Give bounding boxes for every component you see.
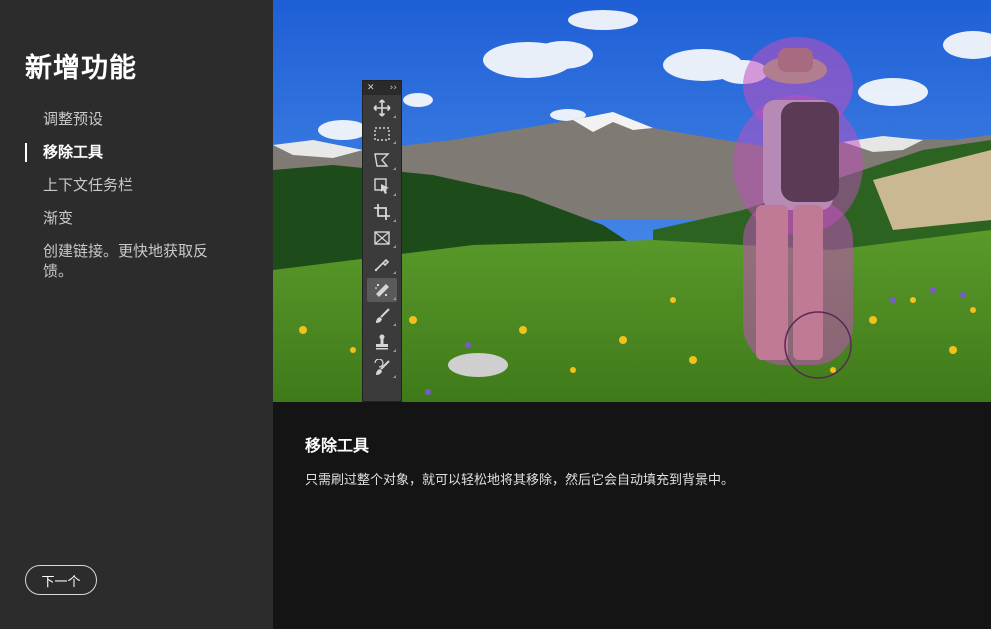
remove-tool-icon[interactable] [367,278,397,302]
sidebar-item-gradients[interactable]: 渐变 [0,208,273,228]
object-select-icon[interactable] [367,174,397,198]
sidebar-item-adjustment-presets[interactable]: 调整预设 [0,109,273,129]
feature-title: 移除工具 [305,436,370,455]
sidebar-item-remove-tool[interactable]: 移除工具 [0,142,273,162]
page-title: 新增功能 [25,53,137,84]
collapse-icon[interactable]: ›› [390,83,397,93]
lasso-icon[interactable] [367,148,397,172]
sidebar-item-contextual-taskbar[interactable]: 上下文任务栏 [0,175,273,195]
stamp-icon[interactable] [367,330,397,354]
brush-icon[interactable] [367,304,397,328]
sidebar-nav: 调整预设 移除工具 上下文任务栏 渐变 创建链接。更快地获取反馈。 [0,109,273,294]
tools-panel-header: ✕ ›› [363,81,401,95]
marquee-icon[interactable] [367,122,397,146]
close-icon[interactable]: ✕ [367,83,375,93]
sidebar-item-share-for-review[interactable]: 创建链接。更快地获取反馈。 [0,241,273,281]
feature-description: 移除工具 只需刷过整个对象，就可以轻松地将其移除，然后它会自动填充到背景中。 [305,432,965,491]
next-button[interactable]: 下一个 [25,565,97,595]
tools-panel: ✕ ›› [362,80,402,402]
move-icon[interactable] [367,96,397,120]
feature-body: 只需刷过整个对象，就可以轻松地将其移除，然后它会自动填充到背景中。 [305,473,735,488]
history-brush-icon[interactable] [367,356,397,380]
sidebar: 新增功能 调整预设 移除工具 上下文任务栏 渐变 创建链接。更快地获取反馈。 下… [0,0,273,629]
crop-icon[interactable] [367,200,397,224]
frame-icon[interactable] [367,226,397,250]
hiker-selection-overlay [733,37,863,379]
eyedropper-icon[interactable] [367,252,397,276]
